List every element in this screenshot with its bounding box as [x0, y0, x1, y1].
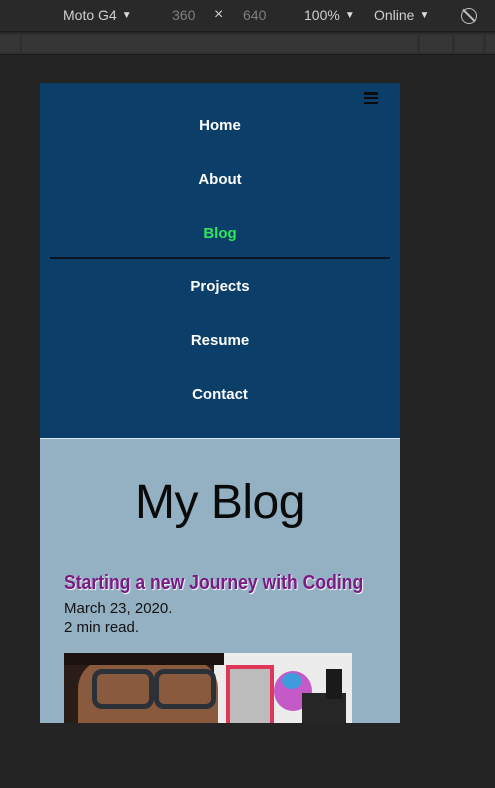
hamburger-menu-icon[interactable]: [364, 92, 378, 104]
media-query-segment[interactable]: [420, 35, 452, 52]
media-query-bar: [0, 33, 495, 55]
page-title: My Blog: [135, 476, 305, 529]
times-symbol: ×: [214, 6, 224, 23]
chevron-down-icon: ▼: [344, 9, 355, 21]
post-title-link[interactable]: Starting a new Journey with Coding: [64, 572, 363, 595]
post-read-time: 2 min read.: [64, 619, 140, 636]
thumbnail-phone: [326, 669, 342, 699]
thumbnail-photo-frame: [226, 665, 274, 723]
thumbnail-toy-detail: [282, 673, 302, 689]
device-name: Moto G4: [63, 7, 117, 23]
post-date: March 23, 2020.: [64, 600, 173, 617]
nav-item-home[interactable]: Home: [40, 117, 400, 134]
network-select[interactable]: Online ▼: [374, 7, 429, 23]
height-input[interactable]: 640: [243, 7, 266, 23]
zoom-select[interactable]: 100% ▼: [304, 7, 355, 23]
media-query-segment[interactable]: [455, 35, 483, 52]
nav-item-projects[interactable]: Projects: [40, 278, 400, 295]
chevron-down-icon: ▼: [121, 9, 132, 21]
device-viewport: Home About Blog Projects Resume Contact …: [40, 83, 400, 723]
media-query-segment[interactable]: [0, 35, 20, 52]
blog-content: My Blog Starting a new Journey with Codi…: [40, 439, 400, 723]
nav-item-resume[interactable]: Resume: [40, 332, 400, 349]
rotate-button[interactable]: [461, 8, 477, 24]
thumbnail-hair: [64, 653, 224, 665]
nav-item-contact[interactable]: Contact: [40, 386, 400, 403]
device-select[interactable]: Moto G4 ▼: [63, 7, 132, 23]
glasses-left-lens: [92, 669, 154, 709]
glasses-right-lens: [154, 669, 216, 709]
post-thumbnail[interactable]: [64, 653, 352, 723]
nav-item-blog[interactable]: Blog: [40, 225, 400, 242]
zoom-value: 100%: [304, 7, 340, 23]
width-input[interactable]: 360: [172, 7, 195, 23]
media-query-segment[interactable]: [22, 35, 417, 52]
nav-item-about[interactable]: About: [40, 171, 400, 188]
network-value: Online: [374, 7, 415, 23]
site-nav: Home About Blog Projects Resume Contact: [40, 83, 400, 439]
device-toolbar: Moto G4 ▼ 360 × 640 100% ▼ Online ▼: [0, 0, 495, 32]
active-underline: [50, 257, 390, 259]
rotate-icon: [461, 8, 477, 24]
chevron-down-icon: ▼: [419, 9, 430, 21]
media-query-segment[interactable]: [486, 35, 495, 52]
